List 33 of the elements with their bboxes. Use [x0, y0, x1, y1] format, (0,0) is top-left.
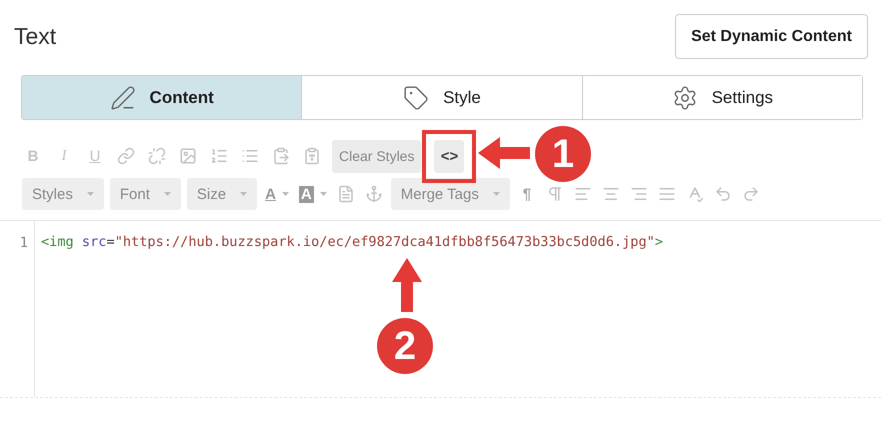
arrow-icon [478, 137, 530, 169]
caret-icon [164, 192, 171, 196]
caret-icon [86, 192, 94, 196]
underline-button[interactable]: U [84, 141, 106, 171]
dropdown-button[interactable]: Size [186, 178, 258, 210]
dropdown-button[interactable]: Font [110, 178, 181, 210]
bold-button[interactable]: B [22, 141, 44, 171]
line-number: 1 [18, 234, 29, 251]
caret-icon [492, 192, 500, 196]
step-number: 1 [535, 126, 591, 182]
paragraph-button[interactable]: ¶ [516, 179, 538, 209]
step-number: 2 [377, 318, 433, 374]
highlight-frame [422, 130, 476, 182]
link-icon[interactable] [115, 146, 137, 166]
italic-button[interactable]: I [53, 141, 75, 171]
dropdown-button[interactable]: Styles [22, 178, 104, 210]
set-dynamic-content-button[interactable]: Set Dynamic Content [675, 14, 868, 59]
pen-icon [110, 84, 136, 110]
panel-title: Text [14, 23, 56, 50]
settings-icon [672, 84, 698, 110]
caret-icon [320, 192, 327, 196]
arrow-icon [392, 258, 422, 312]
tag-icon [403, 84, 430, 110]
unlink-icon[interactable] [146, 146, 168, 166]
caret-icon [282, 192, 289, 196]
text-color-button[interactable]: A [263, 179, 291, 209]
caret-icon [240, 192, 248, 196]
tab[interactable]: Content [22, 76, 302, 119]
code-line: <img src="https://hub.buzzspark.io/ec/ef9827dca41dfbb8f56473b33bc5d0d6.jpg"> [40, 233, 664, 250]
dropdown-button[interactable]: Merge Tags [390, 178, 510, 210]
background-color-button[interactable]: A [296, 179, 329, 209]
source-code-button[interactable]: <> [434, 140, 464, 172]
clear-styles-button[interactable]: Clear Styles [332, 140, 422, 172]
